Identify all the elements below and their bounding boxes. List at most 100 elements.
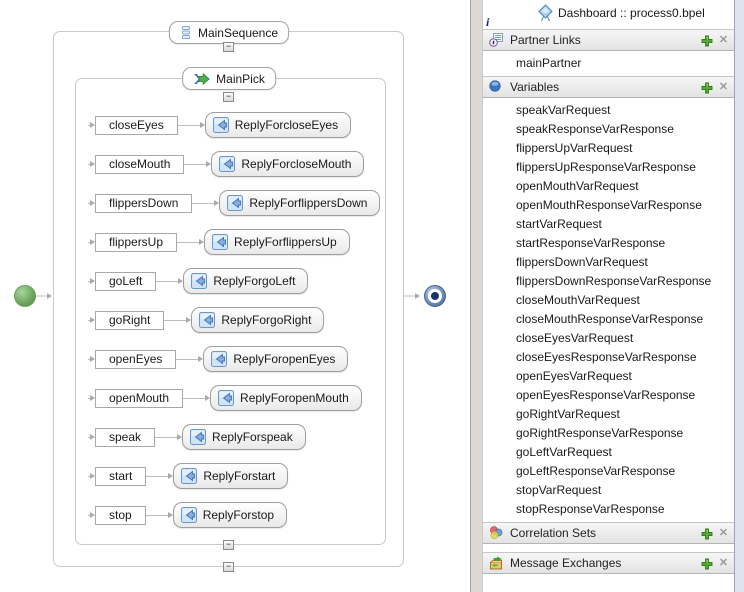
add-button[interactable] [700, 81, 713, 94]
reply-activity-ReplyForstop[interactable]: ReplyForstop [173, 502, 287, 528]
add-button[interactable] [700, 557, 713, 570]
reply-activity-ReplyForopenEyes[interactable]: ReplyForopenEyes [203, 346, 348, 372]
reply-label: ReplyForflippersDown [249, 196, 367, 210]
reply-activity-ReplyForcloseEyes[interactable]: ReplyForcloseEyes [205, 112, 351, 138]
list-item-flippersDownResponseVarResponse[interactable]: flippersDownResponseVarResponse [483, 272, 734, 291]
reply-label: ReplyForgoRight [221, 313, 311, 327]
reply-label: ReplyForcloseEyes [235, 118, 338, 132]
reply-activity-ReplyForgoRight[interactable]: ReplyForgoRight [191, 307, 324, 333]
list-item-mainPartner[interactable]: mainPartner [483, 51, 734, 76]
list-item-goLeftVarRequest[interactable]: goLeftVarRequest [483, 443, 734, 462]
reply-icon [181, 468, 197, 484]
list-item-flippersUpVarRequest[interactable]: flippersUpVarRequest [483, 139, 734, 158]
reply-activity-ReplyForcloseMouth[interactable]: ReplyForcloseMouth [211, 151, 364, 177]
list-item-flippersUpResponseVarResponse[interactable]: flippersUpResponseVarResponse [483, 158, 734, 177]
reply-activity-ReplyForstart[interactable]: ReplyForstart [173, 463, 288, 489]
list-item-openMouthVarRequest[interactable]: openMouthVarRequest [483, 177, 734, 196]
on-message-branch-openEyes[interactable]: openEyes [95, 350, 176, 369]
arrowhead-icon [168, 512, 173, 518]
on-message-branch-speak[interactable]: speak [95, 428, 155, 447]
process-icon [538, 4, 553, 22]
activity-main-pick[interactable]: MainPick [182, 67, 276, 90]
plus-icon [701, 82, 713, 94]
reply-label: ReplyForgoLeft [213, 274, 295, 288]
section-header-correlation-sets[interactable]: Correlation Sets✕ [483, 522, 734, 544]
delete-button[interactable]: ✕ [717, 81, 730, 94]
add-button[interactable] [700, 527, 713, 540]
message-exchange-icon [489, 556, 503, 570]
list-item-goRightResponseVarResponse[interactable]: goRightResponseVarResponse [483, 424, 734, 443]
list-item-startVarRequest[interactable]: startVarRequest [483, 215, 734, 234]
on-message-branch-goRight[interactable]: goRight [95, 311, 164, 330]
reply-icon [212, 234, 228, 250]
bpel-diagram-canvas: MainSequence − MainPick − closeEyesReply… [0, 0, 470, 592]
reply-icon [213, 117, 229, 133]
collapse-button[interactable]: − [223, 42, 234, 52]
list-item-closeMouthResponseVarResponse[interactable]: closeMouthResponseVarResponse [483, 310, 734, 329]
on-message-branch-stop[interactable]: stop [95, 506, 146, 525]
list-item-stopVarRequest[interactable]: stopVarRequest [483, 481, 734, 500]
bpel-designer-window: MainSequence − MainPick − closeEyesReply… [0, 0, 744, 592]
reply-label: ReplyForopenEyes [233, 352, 335, 366]
reply-label: ReplyForspeak [212, 430, 293, 444]
list-item-closeMouthVarRequest[interactable]: closeMouthVarRequest [483, 291, 734, 310]
reply-activity-ReplyForspeak[interactable]: ReplyForspeak [182, 424, 306, 450]
end-event[interactable] [424, 285, 446, 307]
pick-icon [193, 73, 210, 85]
delete-button[interactable]: ✕ [717, 34, 730, 47]
list-item-goLeftResponseVarResponse[interactable]: goLeftResponseVarResponse [483, 462, 734, 481]
section-header-message-exchanges[interactable]: Message Exchanges✕ [483, 552, 734, 574]
reply-label: ReplyForstop [203, 508, 274, 522]
reply-activity-ReplyForflippersDown[interactable]: ReplyForflippersDown [219, 190, 380, 216]
reply-activity-ReplyForflippersUp[interactable]: ReplyForflippersUp [204, 229, 350, 255]
on-message-branch-closeEyes[interactable]: closeEyes [95, 116, 178, 135]
section-title: Partner Links [510, 33, 581, 47]
branch-connector-line [146, 476, 168, 477]
start-event[interactable] [14, 285, 36, 307]
add-button[interactable] [700, 34, 713, 47]
pick-branch-row: openMouth ReplyForopenMouth [88, 385, 362, 411]
reply-icon [218, 390, 234, 406]
plus-icon [701, 528, 713, 540]
reply-activity-ReplyForopenMouth[interactable]: ReplyForopenMouth [210, 385, 362, 411]
reply-activity-ReplyForgoLeft[interactable]: ReplyForgoLeft [183, 268, 308, 294]
panel-splitter[interactable] [470, 0, 483, 592]
activity-label: MainPick [216, 72, 265, 86]
list-item-stopResponseVarResponse[interactable]: stopResponseVarResponse [483, 500, 734, 519]
on-message-branch-goLeft[interactable]: goLeft [95, 272, 156, 291]
list-item-openMouthResponseVarResponse[interactable]: openMouthResponseVarResponse [483, 196, 734, 215]
reply-icon [191, 273, 207, 289]
pick-branch-row: closeMouth ReplyForcloseMouth [88, 151, 364, 177]
info-glyph[interactable]: i [486, 16, 489, 28]
pick-branch-row: goRight ReplyForgoRight [88, 307, 324, 333]
panel-title: Dashboard :: process0.bpel [558, 6, 705, 20]
collapse-button[interactable]: − [223, 92, 234, 102]
list-item-flippersDownVarRequest[interactable]: flippersDownVarRequest [483, 253, 734, 272]
plus-icon [701, 558, 713, 570]
delete-button[interactable]: ✕ [717, 527, 730, 540]
on-message-branch-flippersUp[interactable]: flippersUp [95, 233, 177, 252]
on-message-branch-closeMouth[interactable]: closeMouth [95, 155, 184, 174]
list-item-goRightVarRequest[interactable]: goRightVarRequest [483, 405, 734, 424]
on-message-branch-start[interactable]: start [95, 467, 146, 486]
branch-connector-line [146, 515, 168, 516]
list-item-openEyesResponseVarResponse[interactable]: openEyesResponseVarResponse [483, 386, 734, 405]
list-item-startResponseVarResponse[interactable]: startResponseVarResponse [483, 234, 734, 253]
panel-scrollbar[interactable] [734, 0, 744, 592]
delete-button[interactable]: ✕ [717, 557, 730, 570]
on-message-branch-openMouth[interactable]: openMouth [95, 389, 183, 408]
list-item-closeEyesResponseVarResponse[interactable]: closeEyesResponseVarResponse [483, 348, 734, 367]
collapse-button[interactable]: − [223, 562, 234, 572]
branch-connector-line [176, 359, 198, 360]
collapse-button[interactable]: − [223, 540, 234, 550]
list-item-speakVarRequest[interactable]: speakVarRequest [483, 101, 734, 120]
pick-branch-row: stop ReplyForstop [88, 502, 287, 528]
section-header-partner-links[interactable]: Partner Links ✕ [483, 29, 734, 51]
empty-section-area [483, 544, 734, 552]
list-item-openEyesVarRequest[interactable]: openEyesVarRequest [483, 367, 734, 386]
branch-connector-line [192, 203, 214, 204]
list-item-closeEyesVarRequest[interactable]: closeEyesVarRequest [483, 329, 734, 348]
on-message-branch-flippersDown[interactable]: flippersDown [95, 194, 192, 213]
section-header-variables[interactable]: Variables✕ [483, 76, 734, 98]
list-item-speakResponseVarResponse[interactable]: speakResponseVarResponse [483, 120, 734, 139]
